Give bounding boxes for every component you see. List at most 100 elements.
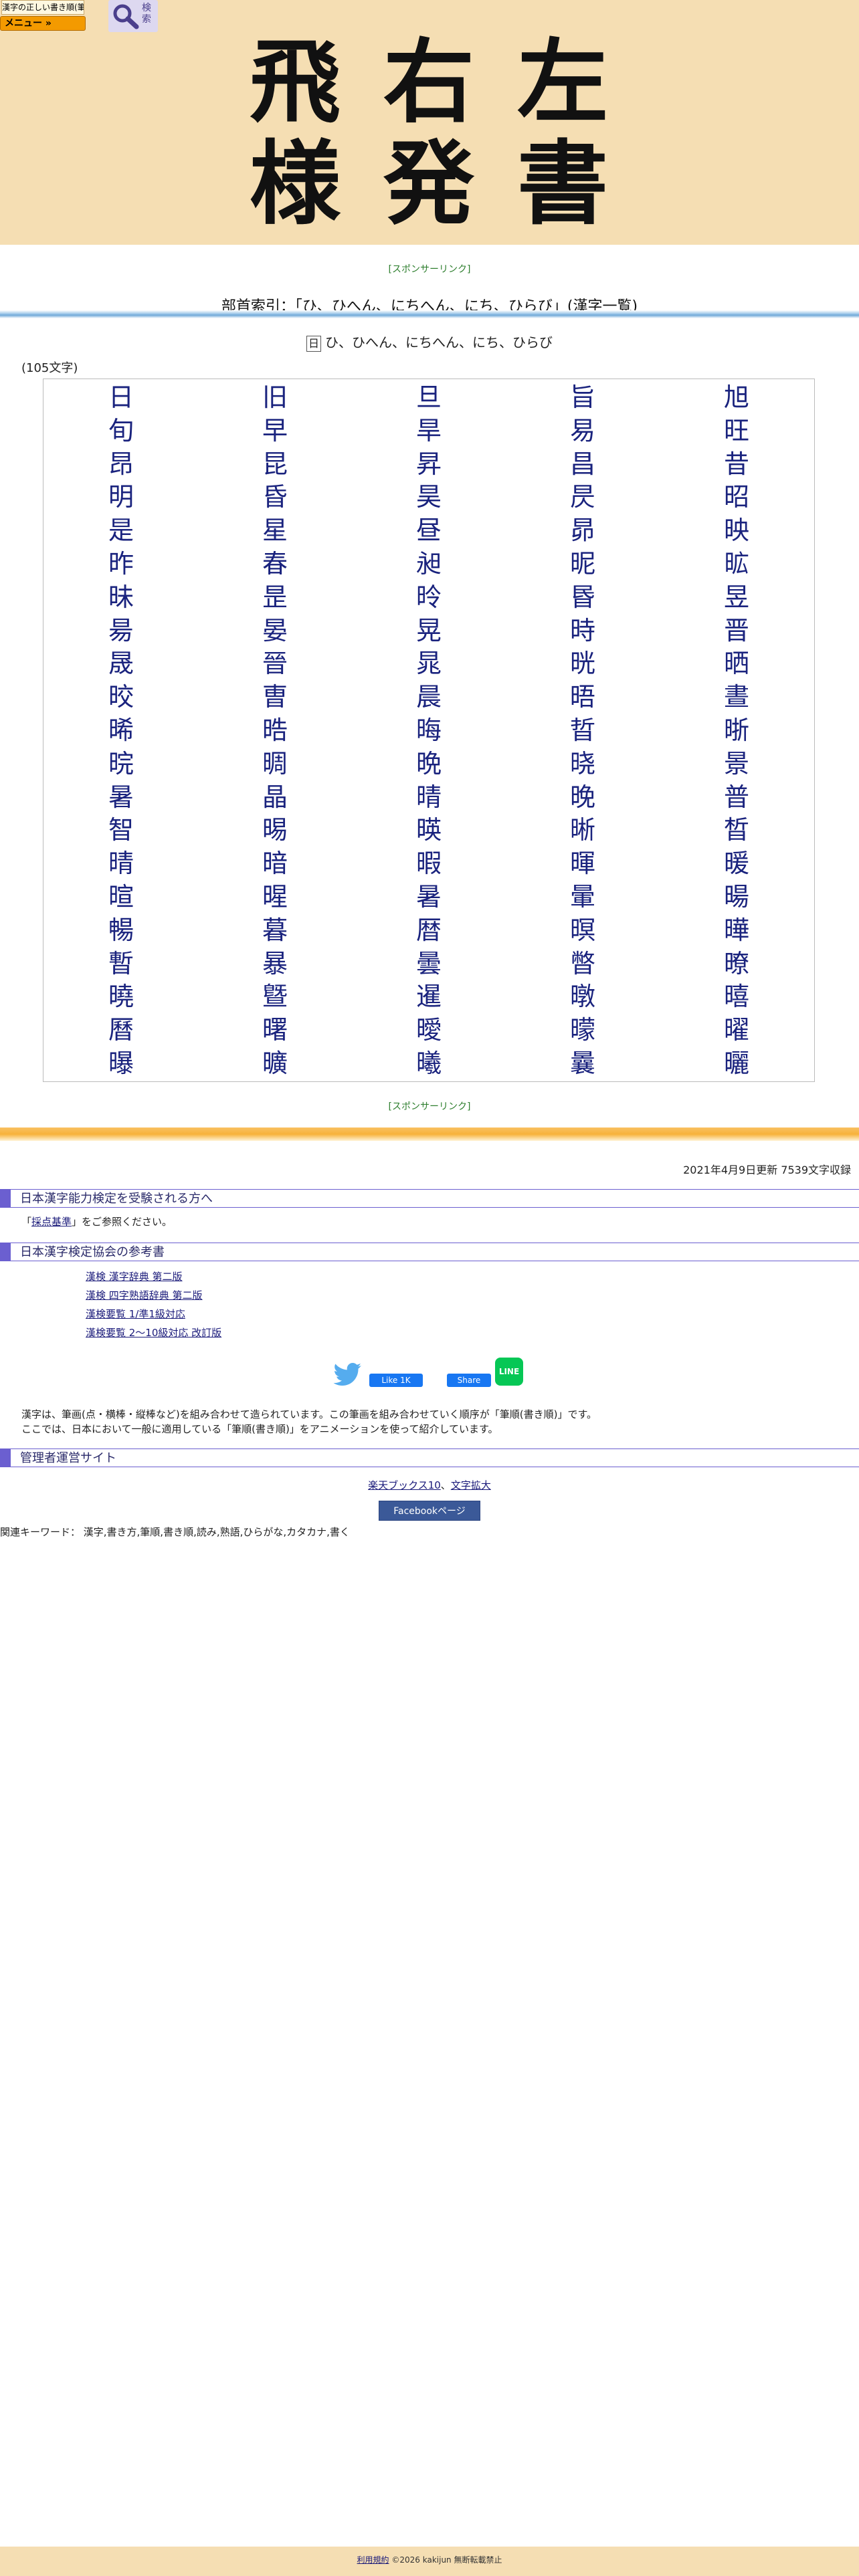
kanji-link[interactable]: 旬 bbox=[81, 414, 161, 447]
kanji-link[interactable]: 昤 bbox=[389, 580, 469, 614]
ref-link-guide-level2-10[interactable]: 漢検要覧 2～10級対応 改訂版 bbox=[86, 1325, 221, 1339]
kanji-link[interactable]: 晋 bbox=[696, 614, 777, 647]
kanji-link[interactable]: 昶 bbox=[389, 547, 469, 580]
kanji-link[interactable]: 曉 bbox=[81, 980, 161, 1013]
kanji-link[interactable]: 旭 bbox=[696, 381, 777, 414]
kanji-link[interactable]: 暢 bbox=[81, 914, 161, 947]
kanji-link[interactable]: 曖 bbox=[389, 1013, 469, 1047]
kanji-link[interactable]: 晟 bbox=[81, 647, 161, 680]
kanji-link[interactable]: 昭 bbox=[696, 480, 777, 514]
kanji-link[interactable]: 曙 bbox=[235, 1013, 315, 1047]
ref-link-kanji-dictionary[interactable]: 漢検 漢字辞典 第二版 bbox=[86, 1269, 183, 1283]
ref-link-guide-level1[interactable]: 漢検要覧 1/準1級対応 bbox=[86, 1307, 185, 1321]
kanji-link[interactable]: 晥 bbox=[81, 747, 161, 780]
kanji-link[interactable]: 是 bbox=[81, 514, 161, 547]
kanji-link[interactable]: 昊 bbox=[389, 480, 469, 514]
kanji-link[interactable]: 昃 bbox=[543, 480, 623, 514]
kanji-link[interactable]: 曇 bbox=[389, 947, 469, 980]
kanji-link[interactable]: 暮 bbox=[235, 914, 315, 947]
sponsor-link-top[interactable]: [スポンサーリンク] bbox=[0, 262, 859, 276]
text-zoom-link[interactable]: 文字拡大 bbox=[451, 1479, 491, 1491]
kanji-link[interactable]: 暉 bbox=[543, 847, 623, 880]
kanji-link[interactable]: 暦 bbox=[389, 914, 469, 947]
kanji-link[interactable]: 晶 bbox=[235, 780, 315, 814]
kanji-link[interactable]: 昼 bbox=[389, 514, 469, 547]
kanji-link[interactable]: 昧 bbox=[81, 580, 161, 614]
kanji-link[interactable]: 晣 bbox=[696, 714, 777, 747]
kanji-link[interactable]: 曠 bbox=[235, 1047, 315, 1080]
sponsor-link-bottom[interactable]: [スポンサーリンク] bbox=[0, 1099, 859, 1113]
kanji-link[interactable]: 晉 bbox=[235, 647, 315, 680]
kanji-link[interactable]: 暖 bbox=[696, 847, 777, 880]
kanji-link[interactable]: 晧 bbox=[235, 714, 315, 747]
kanji-link[interactable]: 晨 bbox=[389, 680, 469, 714]
kanji-link[interactable]: 曄 bbox=[696, 914, 777, 947]
kanji-link[interactable]: 暼 bbox=[543, 947, 623, 980]
kanji-link[interactable]: 晹 bbox=[235, 813, 315, 847]
kanji-link[interactable]: 暈 bbox=[543, 880, 623, 914]
kanji-link[interactable]: 晁 bbox=[389, 647, 469, 680]
kanji-link[interactable]: 明 bbox=[81, 480, 161, 514]
kanji-link[interactable]: 暇 bbox=[389, 847, 469, 880]
kanji-link[interactable]: 晳 bbox=[696, 813, 777, 847]
kanji-link[interactable]: 星 bbox=[235, 514, 315, 547]
kanji-link[interactable]: 暹 bbox=[389, 980, 469, 1013]
kanji-link[interactable]: 曬 bbox=[696, 1047, 777, 1080]
kanji-link[interactable]: 暑 bbox=[389, 880, 469, 914]
kanji-link[interactable]: 春 bbox=[235, 547, 315, 580]
kanji-link[interactable]: 旱 bbox=[389, 414, 469, 447]
kanji-link[interactable]: 日 bbox=[81, 381, 161, 414]
facebook-page-button[interactable]: Facebookページ bbox=[379, 1501, 480, 1521]
kanji-link[interactable]: 暎 bbox=[389, 813, 469, 847]
kanji-link[interactable]: 晴 bbox=[81, 847, 161, 880]
kanji-link[interactable]: 暘 bbox=[696, 880, 777, 914]
kanji-link[interactable]: 易 bbox=[543, 414, 623, 447]
kanji-link[interactable]: 旨 bbox=[543, 381, 623, 414]
kanji-link[interactable]: 曺 bbox=[235, 680, 315, 714]
kanji-link[interactable]: 曜 bbox=[696, 1013, 777, 1047]
kanji-link[interactable]: 晦 bbox=[389, 714, 469, 747]
kanji-link[interactable]: 智 bbox=[81, 813, 161, 847]
line-share-button[interactable]: LINE bbox=[495, 1358, 523, 1386]
kanji-link[interactable]: 暝 bbox=[543, 914, 623, 947]
kanji-link[interactable]: 暗 bbox=[235, 847, 315, 880]
kanji-link[interactable]: 暫 bbox=[81, 947, 161, 980]
kanji-link[interactable]: 時 bbox=[543, 614, 623, 647]
kanji-link[interactable]: 晝 bbox=[696, 680, 777, 714]
terms-link[interactable]: 利用規約 bbox=[357, 2555, 389, 2565]
kanji-link[interactable]: 晄 bbox=[543, 647, 623, 680]
rakuten-books-link[interactable]: 楽天ブックス10 bbox=[368, 1479, 441, 1491]
kanji-link[interactable]: 晃 bbox=[389, 614, 469, 647]
kanji-link[interactable]: 昏 bbox=[235, 480, 315, 514]
kanji-link[interactable]: 晏 bbox=[235, 614, 315, 647]
kanji-link[interactable]: 晓 bbox=[543, 747, 623, 780]
scoring-criteria-link[interactable]: 採点基準 bbox=[31, 1216, 72, 1228]
kanji-link[interactable]: 暿 bbox=[696, 980, 777, 1013]
twitter-icon[interactable] bbox=[333, 1363, 363, 1387]
kanji-link[interactable]: 暸 bbox=[696, 947, 777, 980]
kanji-link[interactable]: 昌 bbox=[543, 447, 623, 481]
kanji-link[interactable]: 曩 bbox=[543, 1047, 623, 1080]
kanji-link[interactable]: 景 bbox=[696, 747, 777, 780]
kanji-link[interactable]: 昿 bbox=[696, 547, 777, 580]
kanji-link[interactable]: 早 bbox=[235, 414, 315, 447]
kanji-link[interactable]: 晭 bbox=[235, 747, 315, 780]
kanji-link[interactable]: 曆 bbox=[81, 1013, 161, 1047]
kanji-link[interactable]: 晴 bbox=[389, 780, 469, 814]
kanji-link[interactable]: 曁 bbox=[235, 980, 315, 1013]
kanji-link[interactable]: 昨 bbox=[81, 547, 161, 580]
kanji-link[interactable]: 昵 bbox=[543, 547, 623, 580]
kanji-link[interactable]: 旦 bbox=[389, 381, 469, 414]
kanji-link[interactable]: 晢 bbox=[543, 714, 623, 747]
kanji-link[interactable]: 昱 bbox=[696, 580, 777, 614]
kanji-link[interactable]: 昂 bbox=[81, 447, 161, 481]
facebook-share-button[interactable]: Share bbox=[447, 1374, 491, 1387]
kanji-link[interactable]: 晒 bbox=[696, 647, 777, 680]
kanji-link[interactable]: 暑 bbox=[81, 780, 161, 814]
kanji-link[interactable]: 晩 bbox=[389, 747, 469, 780]
kanji-link[interactable]: 晈 bbox=[81, 680, 161, 714]
kanji-link[interactable]: 暴 bbox=[235, 947, 315, 980]
kanji-link[interactable]: 曚 bbox=[543, 1013, 623, 1047]
kanji-link[interactable]: 昰 bbox=[235, 580, 315, 614]
kanji-link[interactable]: 昇 bbox=[389, 447, 469, 481]
